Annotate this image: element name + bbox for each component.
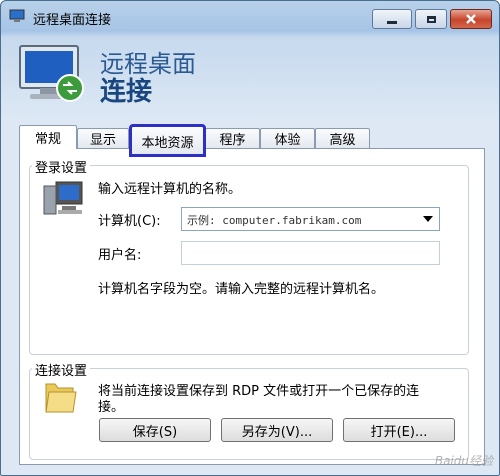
save-as-button-label: 另存为(V)...: [241, 424, 313, 440]
title-bar[interactable]: 远程桌面连接: [1, 1, 499, 31]
login-prompt: 输入远程计算机的名称。: [98, 182, 242, 197]
computer-label: 计算机(C):: [98, 214, 161, 229]
tab-experience[interactable]: 体验: [260, 128, 315, 148]
window-title: 远程桌面连接: [33, 13, 112, 28]
maximize-button[interactable]: [415, 9, 447, 29]
connection-desc-line1: 将当前连接设置保存到 RDP 文件或打开一个已保存的连: [98, 384, 420, 399]
tab-local-resources[interactable]: 本地资源: [129, 124, 206, 157]
empty-computer-message: 计算机名字段为空。请输入完整的远程计算机名。: [98, 282, 385, 297]
tab-programs-label: 程序: [219, 133, 246, 148]
tab-general-label: 常规: [34, 132, 61, 147]
open-button-label: 打开(E)...: [370, 424, 428, 440]
maximize-icon: [426, 15, 436, 23]
tab-local-resources-label: 本地资源: [141, 135, 194, 151]
remote-desktop-logo-icon: [19, 45, 84, 102]
tab-programs[interactable]: 程序: [205, 128, 260, 148]
tab-experience-label: 体验: [274, 133, 301, 148]
tab-advanced-label: 高级: [329, 133, 356, 148]
save-button-label: 保存(S): [132, 424, 178, 440]
remote-desktop-window: 远程桌面连接 远程桌面 连接 常规 显示 本地资源 程序 体验 高级 登录设置 …: [0, 0, 500, 476]
folder-icon: [45, 383, 77, 413]
tab-display-label: 显示: [89, 133, 116, 148]
tab-general[interactable]: 常规: [19, 125, 77, 149]
hero-title-line2: 连接: [100, 77, 153, 107]
connection-desc-line2: 接。: [98, 400, 125, 415]
chevron-down-icon[interactable]: [423, 216, 433, 222]
close-icon: [466, 14, 476, 24]
computer-icon: [43, 181, 83, 215]
minimize-icon: [387, 20, 397, 24]
tab-display[interactable]: 显示: [77, 128, 129, 148]
close-button[interactable]: [450, 9, 492, 29]
username-input[interactable]: [181, 241, 440, 265]
save-as-button[interactable]: 另存为(V)...: [221, 418, 333, 442]
computer-placeholder: 示例: computer.fabrikam.com: [187, 214, 362, 227]
save-button[interactable]: 保存(S): [99, 418, 211, 442]
login-settings-title: 登录设置: [32, 157, 91, 176]
tab-advanced[interactable]: 高级: [315, 128, 370, 148]
remote-desktop-app-icon: [9, 9, 25, 22]
minimize-button[interactable]: [372, 9, 412, 29]
username-label: 用户名:: [98, 248, 142, 263]
computer-combobox[interactable]: 示例: computer.fabrikam.com: [181, 207, 440, 231]
connection-settings-title: 连接设置: [32, 360, 91, 379]
watermark: Baidu经验: [434, 454, 493, 468]
open-button[interactable]: 打开(E)...: [343, 418, 455, 442]
